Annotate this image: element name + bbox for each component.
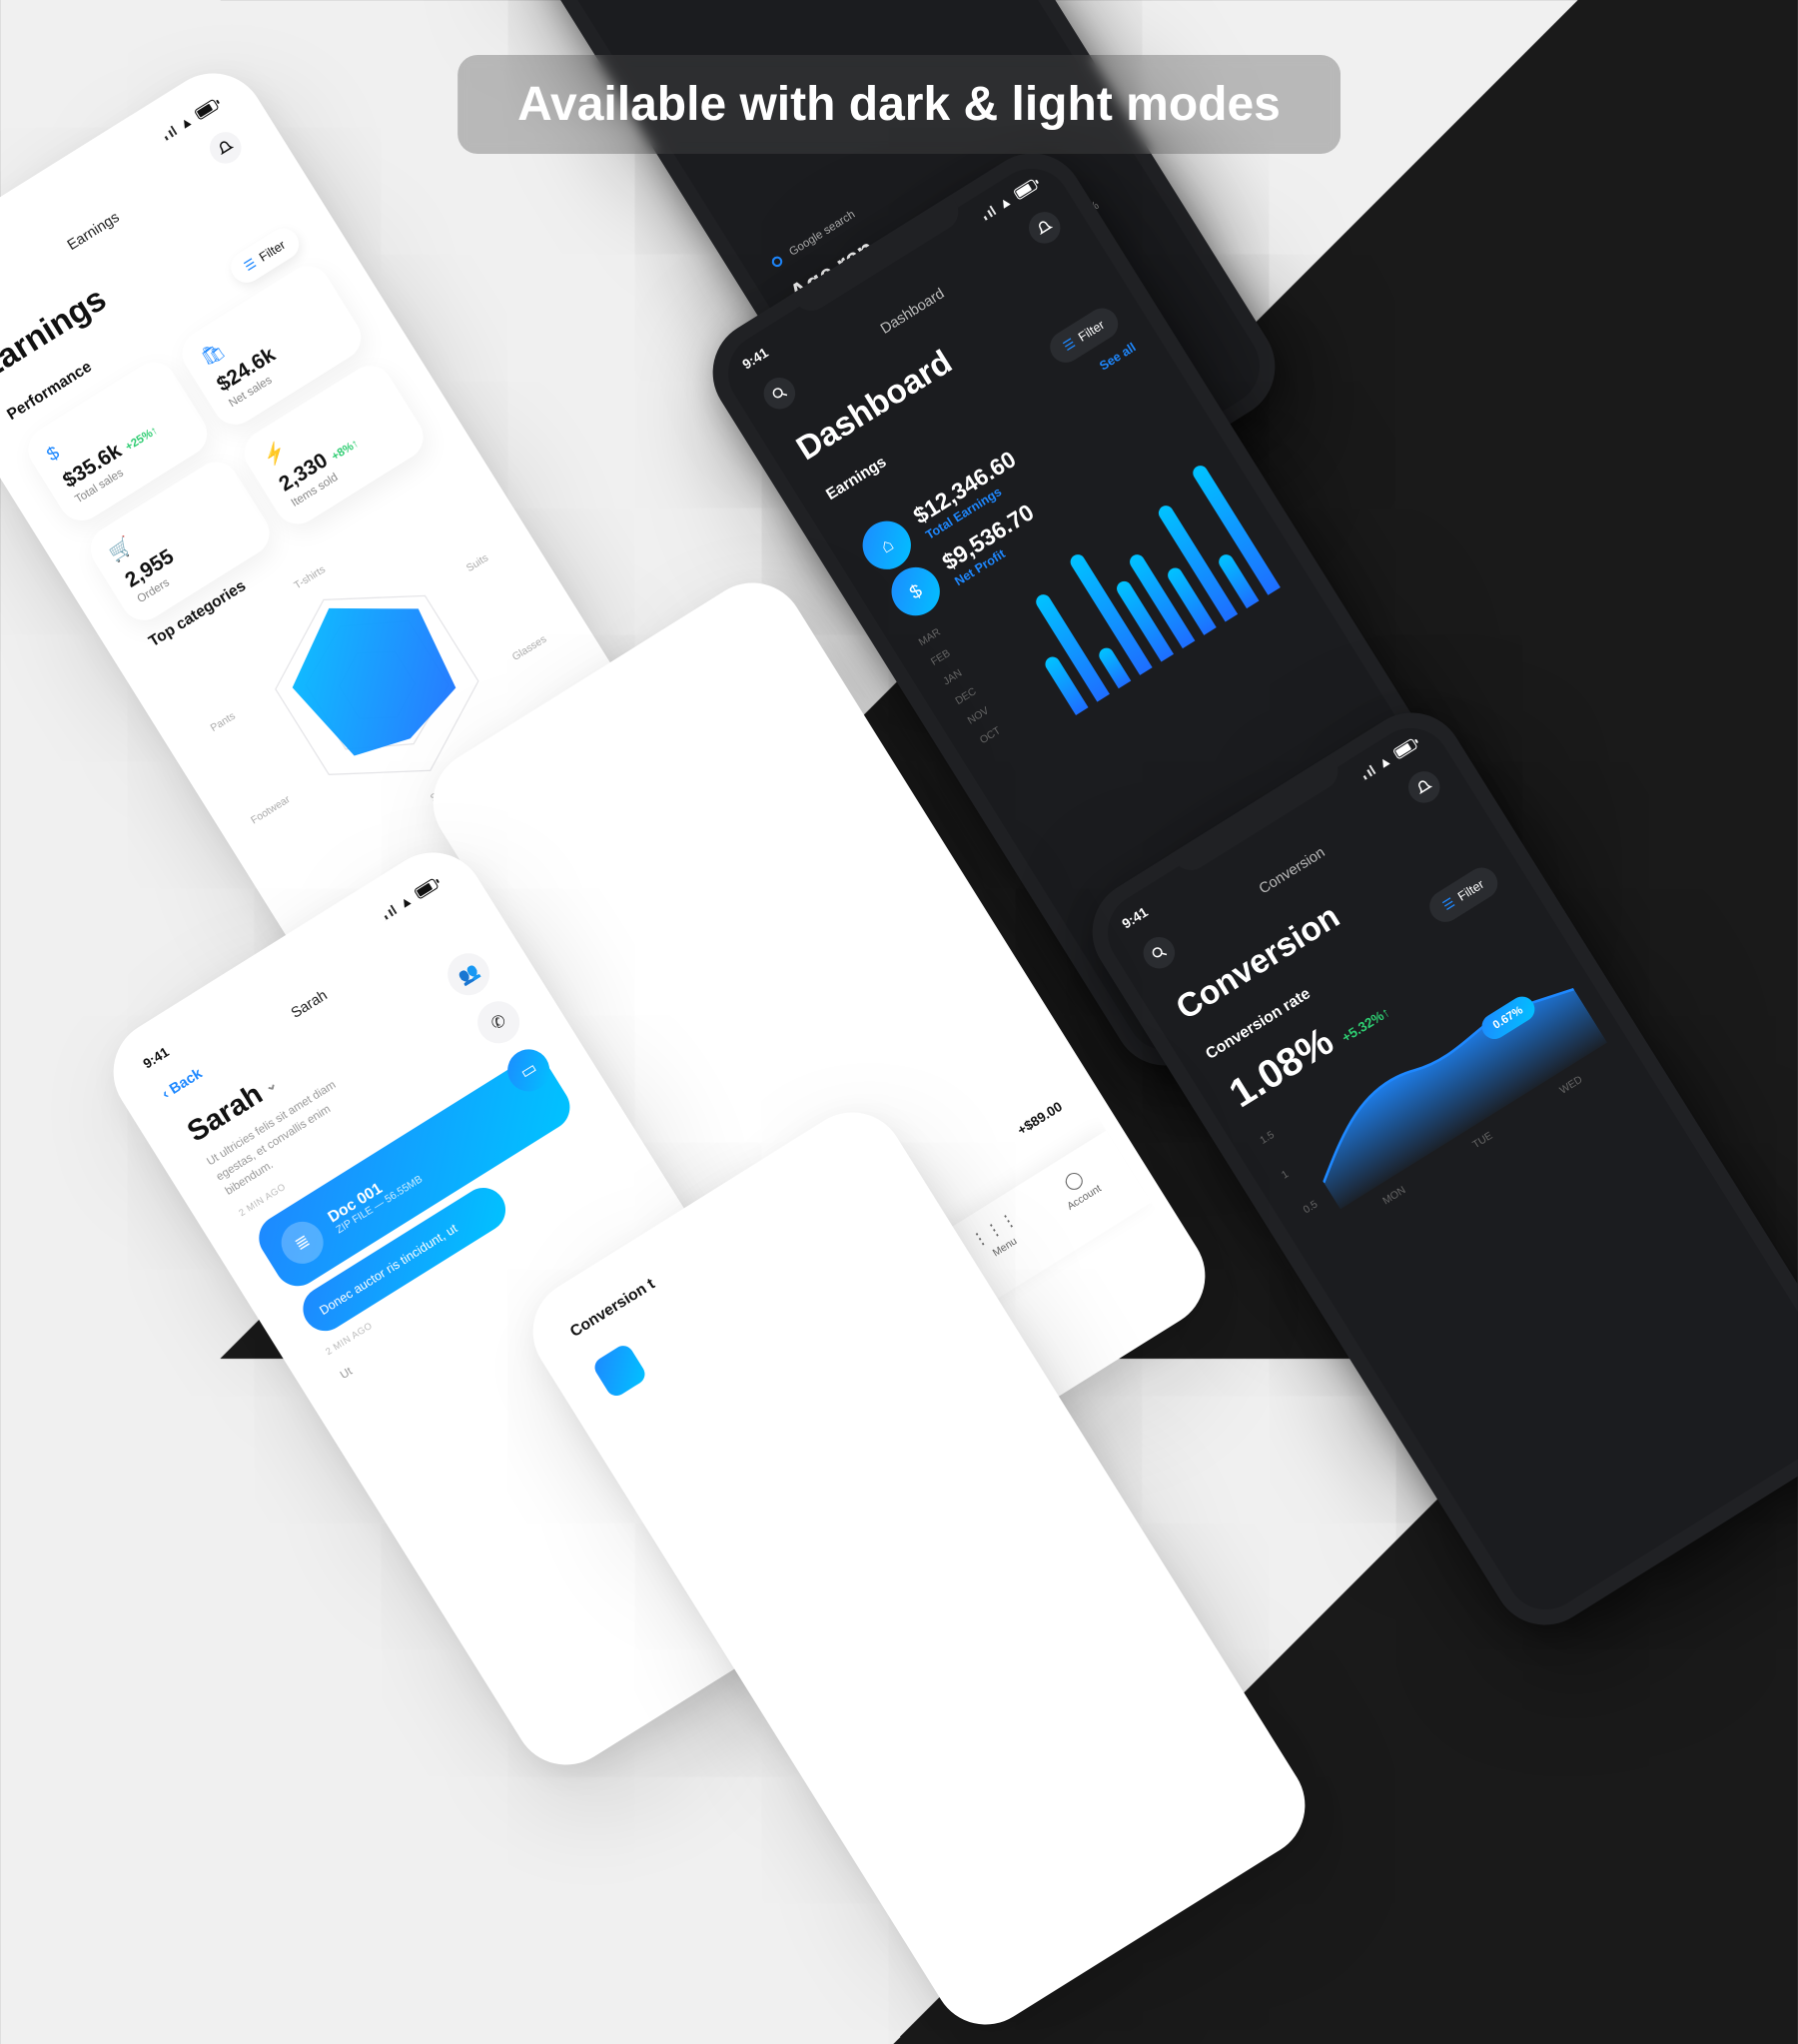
headline-text: Available with dark & light modes [517, 78, 1281, 131]
tab-account[interactable]: ◯Account [1052, 1162, 1114, 1229]
account-icon: ◯ [1060, 1167, 1087, 1195]
filter-icon: ☰ [1440, 895, 1457, 913]
call-button[interactable]: ✆ [469, 993, 527, 1051]
dot-icon [770, 255, 784, 269]
file-icon: ≣ [273, 1213, 331, 1271]
filter-icon: ☰ [1061, 336, 1078, 354]
trend-bar [591, 1342, 649, 1400]
filter-icon: ☰ [242, 256, 259, 274]
filter-label: Filter [257, 238, 289, 265]
product-amount: +$89.00 [1014, 1098, 1065, 1138]
chevron-down-icon: ⌄ [260, 1074, 280, 1096]
headline-pill: Available with dark & light modes [457, 55, 1341, 154]
